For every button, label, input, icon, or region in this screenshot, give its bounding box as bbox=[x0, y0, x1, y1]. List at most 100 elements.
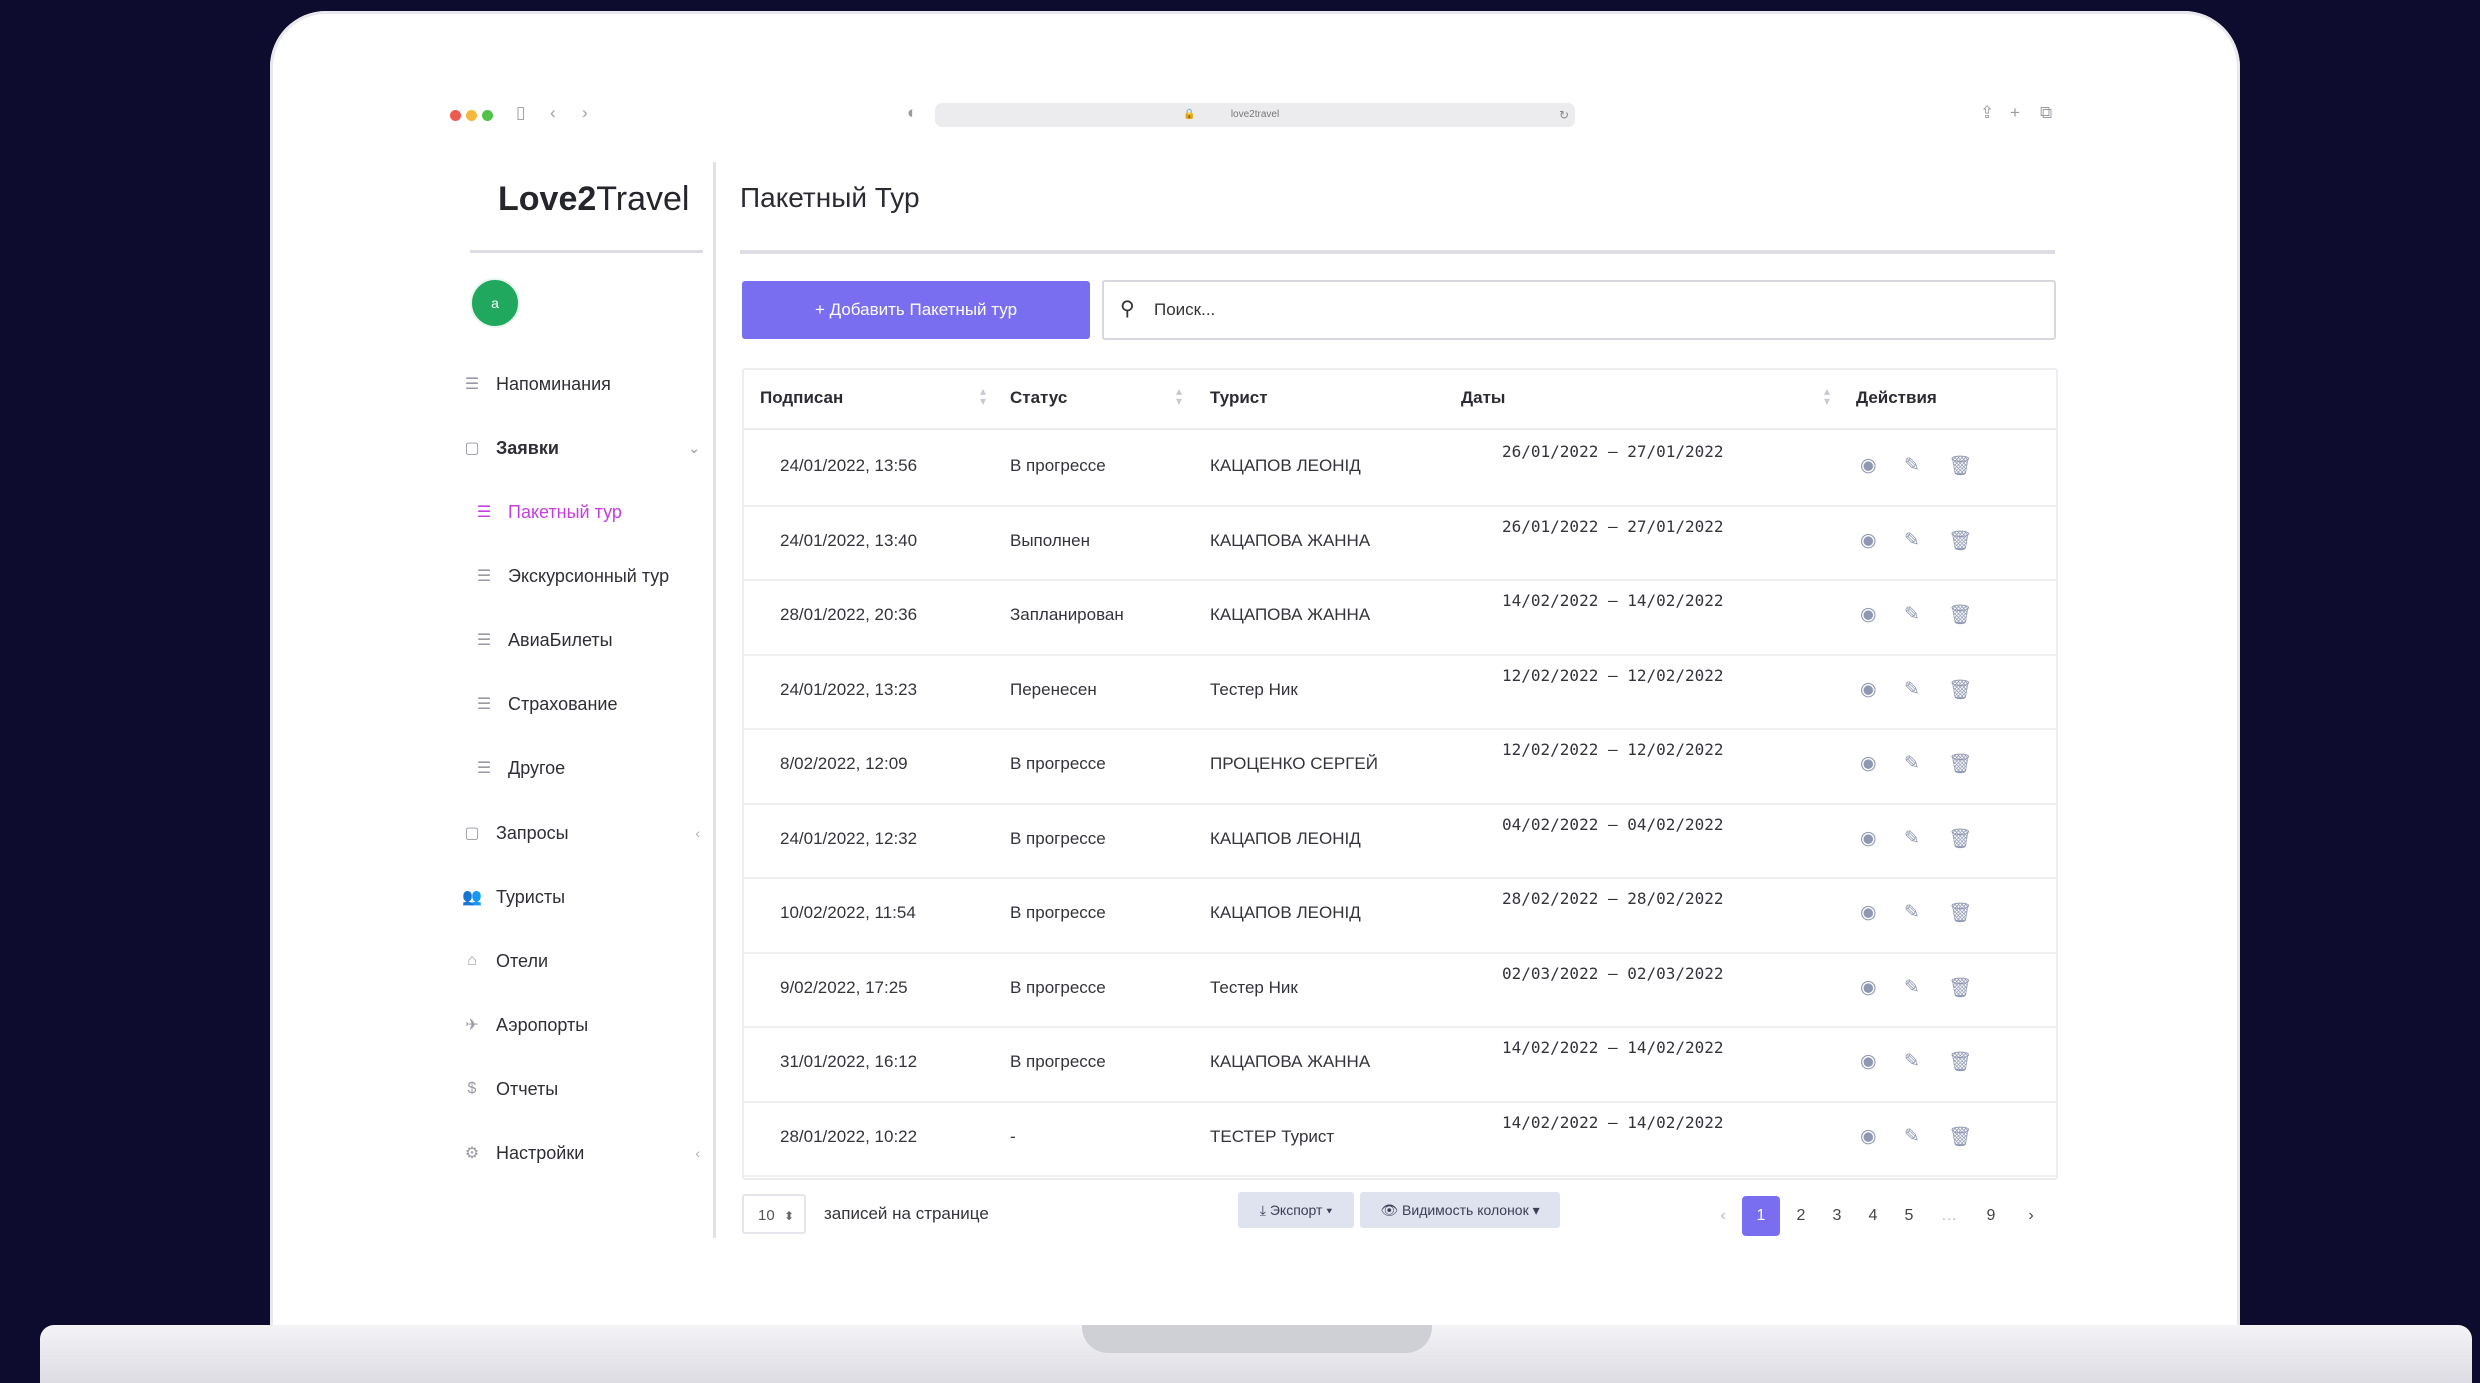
view-icon[interactable]: ◉ bbox=[1860, 454, 1877, 477]
search-box[interactable]: ⚲ bbox=[1102, 280, 2056, 340]
delete-icon[interactable]: 🗑 bbox=[1948, 454, 1972, 478]
page-button[interactable]: 4 bbox=[1854, 1196, 1892, 1236]
view-icon[interactable]: ◉ bbox=[1860, 1050, 1877, 1073]
tourist-cell: Тестер Ник bbox=[1210, 977, 1298, 997]
tabs-overview-icon[interactable]: ⧉ bbox=[2040, 103, 2052, 123]
title-divider bbox=[740, 250, 2055, 254]
delete-icon[interactable]: 🗑 bbox=[1948, 1125, 1972, 1149]
sidebar-toggle-icon[interactable]: ▯ bbox=[516, 103, 525, 123]
edit-icon[interactable]: ✎ bbox=[1904, 678, 1920, 701]
page-button[interactable]: 2 bbox=[1782, 1196, 1820, 1236]
status-cell: Запланирован bbox=[1010, 605, 1124, 624]
status-cell: В прогрессе bbox=[1010, 1052, 1106, 1071]
share-icon[interactable]: ⇪ bbox=[1980, 103, 1994, 123]
delete-icon[interactable]: 🗑 bbox=[1948, 901, 1972, 925]
sidebar-item-reports[interactable]: $ Отчеты bbox=[460, 1069, 700, 1109]
sort-icon[interactable]: ▴ ▾ bbox=[1176, 385, 1182, 407]
chevron-down-icon: ⌄ bbox=[688, 439, 700, 456]
delete-icon[interactable]: 🗑 bbox=[1948, 603, 1972, 627]
table-row[interactable]: 9/02/2022, 17:25 В прогрессе Тестер Ник 02/… bbox=[744, 952, 2056, 1028]
delete-icon[interactable]: 🗑 bbox=[1948, 827, 1972, 851]
table-row[interactable]: 24/01/2022, 13:56 В прогрессе КАЦАПОВ ЛЕОН… bbox=[744, 430, 2056, 507]
column-visibility-button[interactable]: 👁 Видимость колонок ▾ bbox=[1360, 1192, 1560, 1228]
user-avatar[interactable]: a bbox=[470, 278, 520, 328]
delete-icon[interactable]: 🗑 bbox=[1948, 529, 1972, 553]
new-tab-icon[interactable]: + bbox=[2010, 103, 2020, 123]
sidebar-item-orders[interactable]: ▢ Заявки ⌄ bbox=[460, 428, 700, 468]
edit-icon[interactable]: ✎ bbox=[1904, 976, 1920, 999]
page-button[interactable]: 3 bbox=[1818, 1196, 1856, 1236]
edit-icon[interactable]: ✎ bbox=[1904, 827, 1920, 850]
sidebar-item-settings[interactable]: ⚙ Настройки ‹ bbox=[460, 1133, 700, 1173]
edit-icon[interactable]: ✎ bbox=[1904, 603, 1920, 626]
page-size-select[interactable]: 10 ⬍ bbox=[742, 1194, 806, 1234]
export-button[interactable]: ⤓ Экспорт ▾ bbox=[1238, 1192, 1354, 1228]
table-row[interactable]: 24/01/2022, 13:23 Перенесен Тестер Ник 12/0… bbox=[744, 654, 2056, 730]
edit-icon[interactable]: ✎ bbox=[1904, 529, 1920, 552]
sidebar-item-other[interactable]: ☰ Другое bbox=[472, 748, 712, 788]
column-header-status[interactable]: Статус bbox=[1010, 388, 1067, 408]
delete-icon[interactable]: 🗑 bbox=[1948, 1050, 1972, 1074]
status-cell: В прогрессе bbox=[1010, 456, 1106, 475]
column-header-signed[interactable]: Подписан bbox=[760, 388, 843, 408]
table-row[interactable]: 28/01/2022, 20:36 Запланирован КАЦАПОВА ЖА… bbox=[744, 579, 2056, 656]
delete-icon[interactable]: 🗑 bbox=[1948, 976, 1972, 1000]
brand-logo[interactable]: Love2Travel bbox=[498, 180, 689, 219]
shield-icon[interactable]: ◐ bbox=[907, 103, 917, 123]
sidebar-item-tourists[interactable]: 👥 Туристы bbox=[460, 877, 700, 917]
sidebar-item-excursion-tour[interactable]: ☰ Экскурсионный тур bbox=[472, 556, 712, 596]
table-row[interactable]: 24/01/2022, 13:40 Выполнен КАЦАПОВА ЖАННА 2… bbox=[744, 505, 2056, 581]
edit-icon[interactable]: ✎ bbox=[1904, 1050, 1920, 1073]
view-icon[interactable]: ◉ bbox=[1860, 901, 1877, 924]
sidebar-item-air-tickets[interactable]: ☰ АвиаБилеты bbox=[472, 620, 712, 660]
sidebar-divider bbox=[713, 162, 716, 1238]
sidebar-item-insurance[interactable]: ☰ Страхование bbox=[472, 684, 712, 724]
table-row[interactable]: 24/01/2022, 12:32 В прогрессе КАЦАПОВ ЛЕОН… bbox=[744, 803, 2056, 879]
dates-cell: 02/03/2022 – 02/03/2022 bbox=[1502, 963, 1724, 983]
edit-icon[interactable]: ✎ bbox=[1904, 752, 1920, 775]
view-icon[interactable]: ◉ bbox=[1860, 529, 1877, 552]
forward-icon[interactable]: › bbox=[582, 103, 588, 123]
tourist-cell: КАЦАПОВ ЛЕОНІД bbox=[1210, 828, 1361, 848]
edit-icon[interactable]: ✎ bbox=[1904, 454, 1920, 477]
address-bar[interactable]: 🔒 love2travel ↻ bbox=[935, 103, 1575, 127]
sort-icon[interactable]: ▴ ▾ bbox=[980, 385, 986, 407]
page-button[interactable]: 9 bbox=[1972, 1196, 2010, 1236]
add-package-tour-button[interactable]: + Добавить Пакетный тур bbox=[742, 281, 1090, 339]
minimize-window-dot[interactable] bbox=[466, 110, 477, 121]
view-icon[interactable]: ◉ bbox=[1860, 1125, 1877, 1148]
view-icon[interactable]: ◉ bbox=[1860, 603, 1877, 626]
view-icon[interactable]: ◉ bbox=[1860, 976, 1877, 999]
search-input[interactable] bbox=[1152, 296, 2036, 324]
view-icon[interactable]: ◉ bbox=[1860, 752, 1877, 775]
status-cell: Перенесен bbox=[1010, 679, 1097, 699]
column-header-tourist[interactable]: Турист bbox=[1210, 388, 1268, 408]
view-icon[interactable]: ◉ bbox=[1860, 827, 1877, 850]
sidebar-item-reminders[interactable]: ☰ Напоминания bbox=[460, 364, 700, 404]
view-icon[interactable]: ◉ bbox=[1860, 678, 1877, 701]
sidebar-item-hotels[interactable]: ⌂ Отели bbox=[460, 941, 700, 981]
next-page-button[interactable]: › bbox=[2012, 1196, 2050, 1236]
table-row[interactable]: 28/01/2022, 10:22 - ТЕСТЕР Турист 14/02/202… bbox=[744, 1101, 2056, 1177]
delete-icon[interactable]: 🗑 bbox=[1948, 752, 1972, 776]
sort-icon[interactable]: ▴ ▾ bbox=[1824, 385, 1830, 407]
column-header-dates[interactable]: Даты bbox=[1461, 388, 1505, 408]
sidebar-item-package-tour[interactable]: ☰ Пакетный тур bbox=[472, 492, 712, 532]
page-button[interactable]: 1 bbox=[1742, 1196, 1780, 1236]
edit-icon[interactable]: ✎ bbox=[1904, 901, 1920, 924]
signed-date-cell: 24/01/2022, 13:23 bbox=[780, 679, 918, 699]
edit-icon[interactable]: ✎ bbox=[1904, 1125, 1920, 1148]
back-icon[interactable]: ‹ bbox=[550, 103, 556, 123]
table-row[interactable]: 10/02/2022, 11:54 В прогрессе КАЦАПОВ ЛЕОН… bbox=[744, 877, 2056, 954]
table-row[interactable]: 8/02/2022, 12:09 В прогрессе ПРОЦЕНКО СЕРГ… bbox=[744, 728, 2056, 805]
delete-icon[interactable]: 🗑 bbox=[1948, 678, 1972, 702]
sidebar-item-airports[interactable]: ✈ Аэропорты bbox=[460, 1005, 700, 1045]
gear-icon: ⚙ bbox=[464, 1145, 480, 1162]
sidebar-item-requests[interactable]: ▢ Запросы ‹ bbox=[460, 813, 700, 853]
table-row[interactable]: 31/01/2022, 16:12 В прогрессе КАЦАПОВА ЖАН… bbox=[744, 1026, 2056, 1103]
maximize-window-dot[interactable] bbox=[482, 110, 493, 121]
prev-page-button[interactable]: ‹ bbox=[1704, 1196, 1742, 1236]
reload-icon[interactable]: ↻ bbox=[1559, 103, 1569, 127]
page-button[interactable]: 5 bbox=[1890, 1196, 1928, 1236]
close-window-dot[interactable] bbox=[450, 110, 461, 121]
